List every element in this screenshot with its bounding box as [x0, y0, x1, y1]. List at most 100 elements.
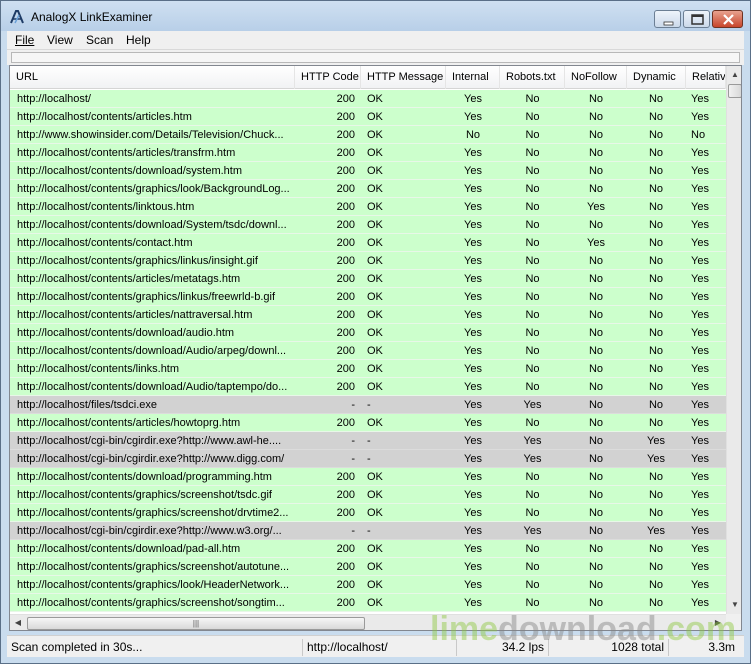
- column-header-relative[interactable]: Relativ: [686, 66, 726, 89]
- cell-robots: No: [525, 543, 540, 555]
- cell-url: http://localhost/contents/graphics/scree…: [17, 597, 285, 609]
- scroll-left-icon[interactable]: ◀: [10, 615, 26, 630]
- table-row[interactable]: http://localhost/contents/graphics/scree…: [10, 486, 726, 504]
- cell-nofollow: No: [588, 381, 604, 393]
- cell-internal: Yes: [464, 147, 482, 159]
- table-row[interactable]: http://localhost/contents/graphics/linku…: [10, 252, 726, 270]
- cell-relative: Yes: [691, 345, 709, 357]
- cell-http-code: -: [351, 399, 355, 411]
- cell-http-code: 200: [336, 147, 355, 159]
- cell-nofollow: No: [588, 93, 604, 105]
- cell-internal: Yes: [464, 93, 482, 105]
- toolbar-band: [11, 52, 740, 63]
- cell-robots: Yes: [523, 453, 542, 465]
- cell-url: http://localhost/contents/download/Audio…: [17, 381, 288, 393]
- cell-internal: Yes: [464, 111, 482, 123]
- table-row[interactable]: http://localhost/contents/articles.htm 20…: [10, 108, 726, 126]
- cell-dynamic: No: [648, 399, 664, 411]
- results-list[interactable]: URL HTTP Code HTTP Message Internal Robo…: [9, 65, 742, 631]
- cell-robots: No: [525, 237, 540, 249]
- cell-robots: No: [525, 507, 540, 519]
- table-row[interactable]: http://localhost/contents/graphics/look/…: [10, 180, 726, 198]
- column-header-robots[interactable]: Robots.txt: [500, 66, 565, 89]
- cell-http-code: 200: [336, 417, 355, 429]
- cell-relative: Yes: [691, 561, 709, 573]
- minimize-button[interactable]: [654, 10, 681, 28]
- app-icon: [10, 10, 24, 24]
- table-row[interactable]: http://localhost/contents/download/audio…: [10, 324, 726, 342]
- table-row[interactable]: http://localhost/contents/linktous.htm 20…: [10, 198, 726, 216]
- table-row[interactable]: http://localhost/contents/download/pad-a…: [10, 540, 726, 558]
- table-row[interactable]: http://localhost/contents/articles/howto…: [10, 414, 726, 432]
- column-header-dynamic[interactable]: Dynamic: [627, 66, 686, 89]
- menu-bar: File View Scan Help: [7, 31, 744, 49]
- table-row[interactable]: http://localhost/contents/download/syste…: [10, 162, 726, 180]
- cell-internal: Yes: [464, 363, 482, 375]
- cell-http-message: OK: [367, 489, 383, 501]
- table-row[interactable]: http://localhost/contents/articles/nattr…: [10, 306, 726, 324]
- window-title: AnalogX LinkExaminer: [31, 10, 153, 24]
- watermark-logo: limedownload.com: [430, 610, 736, 649]
- cell-dynamic: No: [648, 183, 664, 195]
- close-button[interactable]: [712, 10, 743, 28]
- cell-nofollow: No: [588, 345, 604, 357]
- table-row[interactable]: http://localhost/contents/download/Syste…: [10, 216, 726, 234]
- table-row[interactable]: http://localhost/contents/graphics/look/…: [10, 576, 726, 594]
- cell-nofollow: No: [588, 309, 604, 321]
- table-row[interactable]: http://localhost/200 OK Yes No No No Yes: [10, 90, 726, 108]
- column-header-http-message[interactable]: HTTP Message: [361, 66, 446, 89]
- cell-http-code: 200: [336, 471, 355, 483]
- cell-http-message: OK: [367, 183, 383, 195]
- table-row[interactable]: http://localhost/cgi-bin/cgirdir.exe?htt…: [10, 450, 726, 468]
- column-header-internal[interactable]: Internal: [446, 66, 500, 89]
- table-row[interactable]: http://localhost/contents/download/Audio…: [10, 378, 726, 396]
- menu-view[interactable]: View: [47, 33, 73, 47]
- menu-scan[interactable]: Scan: [86, 33, 113, 47]
- horizontal-scroll-thumb[interactable]: |||: [27, 617, 365, 630]
- cell-nofollow: No: [588, 399, 604, 411]
- cell-internal: Yes: [464, 291, 482, 303]
- table-row[interactable]: http://localhost/contents/links.htm 200 OK…: [10, 360, 726, 378]
- column-header-nofollow[interactable]: NoFollow: [565, 66, 627, 89]
- menu-help[interactable]: Help: [126, 33, 151, 47]
- menu-file[interactable]: File: [15, 33, 34, 47]
- cell-url: http://localhost/contents/articles/nattr…: [17, 309, 253, 321]
- cell-dynamic: No: [648, 165, 664, 177]
- table-row[interactable]: http://localhost/contents/download/Audio…: [10, 342, 726, 360]
- cell-dynamic: No: [648, 111, 664, 123]
- table-row[interactable]: http://localhost/contents/articles/trans…: [10, 144, 726, 162]
- cell-nofollow: No: [588, 165, 604, 177]
- maximize-button[interactable]: [683, 10, 710, 28]
- table-row[interactable]: http://www.showinsider.com/Details/Telev…: [10, 126, 726, 144]
- cell-http-code: 200: [336, 291, 355, 303]
- table-row[interactable]: http://localhost/contents/graphics/linku…: [10, 288, 726, 306]
- column-header-http-code[interactable]: HTTP Code: [295, 66, 361, 89]
- table-row[interactable]: http://localhost/cgi-bin/cgirdir.exe?htt…: [10, 522, 726, 540]
- table-row[interactable]: http://localhost/contents/articles/metat…: [10, 270, 726, 288]
- scroll-up-icon[interactable]: ▲: [727, 67, 741, 83]
- cell-internal: Yes: [464, 507, 482, 519]
- menu-scan-label: Scan: [86, 33, 114, 47]
- cell-http-code: 200: [336, 489, 355, 501]
- vertical-scrollbar[interactable]: ▲ ▼: [726, 66, 741, 614]
- cell-relative: Yes: [691, 111, 709, 123]
- cell-relative: Yes: [691, 183, 709, 195]
- watermark-part-1: lime: [430, 610, 499, 648]
- title-bar[interactable]: AnalogX LinkExaminer: [1, 1, 750, 31]
- table-row[interactable]: http://localhost/cgi-bin/cgirdir.exe?htt…: [10, 432, 726, 450]
- table-row[interactable]: http://localhost/contents/download/progr…: [10, 468, 726, 486]
- cell-robots: Yes: [523, 435, 542, 447]
- cell-url: http://localhost/contents/links.htm: [17, 363, 180, 375]
- table-row[interactable]: http://localhost/files/tsdci.exe - - Yes Yes…: [10, 396, 726, 414]
- cell-url: http://localhost/contents/download/Audio…: [17, 345, 287, 357]
- cell-http-code: 200: [336, 111, 355, 123]
- cell-dynamic: No: [648, 579, 664, 591]
- cell-http-code: -: [351, 435, 355, 447]
- table-row[interactable]: http://localhost/contents/graphics/scree…: [10, 558, 726, 576]
- table-row[interactable]: http://localhost/contents/graphics/scree…: [10, 504, 726, 522]
- column-header-url[interactable]: URL: [10, 66, 295, 89]
- vertical-scroll-thumb[interactable]: [728, 84, 741, 98]
- cell-http-message: OK: [367, 309, 383, 321]
- cell-nofollow: No: [588, 435, 604, 447]
- table-row[interactable]: http://localhost/contents/contact.htm 200…: [10, 234, 726, 252]
